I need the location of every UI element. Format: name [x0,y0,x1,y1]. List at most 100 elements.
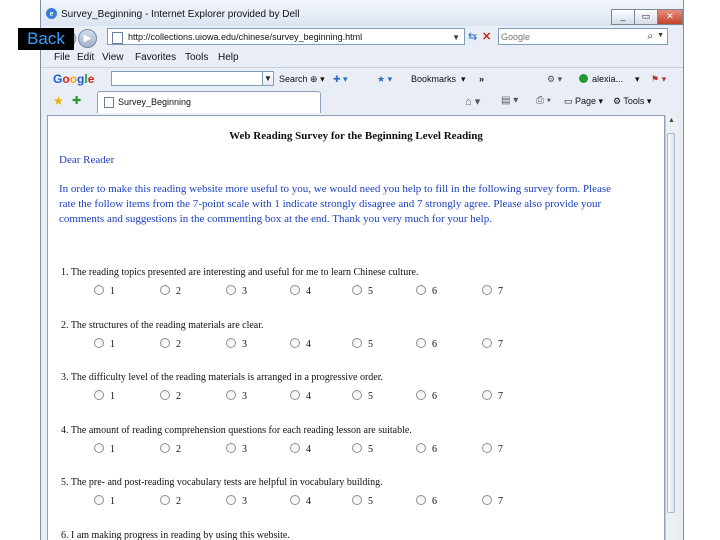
rating-option[interactable]: 6 [416,495,437,507]
rating-option[interactable]: 4 [290,285,311,297]
address-url[interactable]: http://collections.uiowa.edu/chinese/sur… [128,29,362,46]
radio-button[interactable] [290,443,300,453]
google-dropdown-button[interactable]: ▼ [262,71,274,86]
rating-option[interactable]: 6 [416,443,437,455]
vertical-scrollbar[interactable]: ▲ [665,115,677,540]
search-box[interactable]: ⌕ ▼ [498,28,668,45]
menu-tools[interactable]: Tools [185,52,208,63]
radio-button[interactable] [352,338,362,348]
radio-button[interactable] [160,390,170,400]
rating-option[interactable]: 3 [226,495,247,507]
radio-button[interactable] [226,443,236,453]
rating-option[interactable]: 6 [416,390,437,402]
rating-option[interactable]: 4 [290,390,311,402]
menu-help[interactable]: Help [218,52,239,63]
rating-option[interactable]: 5 [352,338,373,350]
rating-option[interactable]: 4 [290,495,311,507]
user-button[interactable]: alexia... [592,74,623,84]
translate-icon[interactable]: ⚑ ▾ [651,74,666,85]
rating-option[interactable]: 2 [160,285,181,297]
rating-option[interactable]: 1 [94,443,115,455]
search-input[interactable] [501,30,641,43]
feeds-icon[interactable]: ▤ ▾ [501,95,518,106]
radio-button[interactable] [290,285,300,295]
address-dropdown-icon[interactable]: ▼ [452,29,460,46]
radio-button[interactable] [352,285,362,295]
rating-option[interactable]: 1 [94,495,115,507]
tab-survey-beginning[interactable]: Survey_Beginning [97,91,321,113]
menu-favorites[interactable]: Favorites [135,52,176,63]
rating-option[interactable]: 5 [352,285,373,297]
rating-option[interactable]: 7 [482,338,503,350]
radio-button[interactable] [160,495,170,505]
user-dropdown-icon[interactable]: ▾ [635,74,640,85]
radio-button[interactable] [290,338,300,348]
radio-button[interactable] [290,495,300,505]
rating-option[interactable]: 7 [482,443,503,455]
menu-edit[interactable]: Edit [77,52,94,63]
rating-option[interactable]: 4 [290,338,311,350]
radio-button[interactable] [290,390,300,400]
bookmarks-button[interactable]: Bookmarks [411,74,456,84]
radio-button[interactable] [482,495,492,505]
radio-button[interactable] [160,338,170,348]
rating-option[interactable]: 1 [94,285,115,297]
radio-button[interactable] [160,443,170,453]
add-favorites-icon[interactable]: ✚ [72,94,81,107]
radio-button[interactable] [94,443,104,453]
radio-button[interactable] [94,338,104,348]
back-label[interactable]: Back [18,28,74,50]
google-search-button[interactable]: Search ⊕ ▾ [279,74,325,85]
maximize-button[interactable]: ▭ [634,9,658,25]
radio-button[interactable] [416,338,426,348]
search-icon[interactable]: ⌕ [647,31,653,42]
menu-view[interactable]: View [102,52,124,63]
radio-button[interactable] [94,390,104,400]
menu-file[interactable]: File [54,52,70,63]
radio-button[interactable] [416,495,426,505]
radio-button[interactable] [94,495,104,505]
radio-button[interactable] [226,338,236,348]
bookmark-star-icon[interactable]: ★ ▾ [377,74,392,85]
google-search-field[interactable] [111,71,271,86]
rating-option[interactable]: 5 [352,495,373,507]
rating-option[interactable]: 2 [160,338,181,350]
rating-option[interactable]: 5 [352,390,373,402]
radio-button[interactable] [416,390,426,400]
page-menu-button[interactable]: ▭ Page ▾ [564,96,603,107]
radio-button[interactable] [226,495,236,505]
radio-button[interactable] [226,390,236,400]
home-icon[interactable]: ⌂ ▾ [465,95,480,108]
radio-button[interactable] [352,443,362,453]
print-icon[interactable]: ⎙ ▾ [536,95,551,106]
radio-button[interactable] [482,443,492,453]
radio-button[interactable] [416,443,426,453]
puzzle-icon[interactable]: ✚ ▾ [333,74,348,85]
radio-button[interactable] [94,285,104,295]
rating-option[interactable]: 6 [416,338,437,350]
rating-option[interactable]: 4 [290,443,311,455]
more-button[interactable]: » [479,74,484,84]
radio-button[interactable] [482,338,492,348]
google-search-input[interactable] [114,73,244,85]
rating-option[interactable]: 3 [226,390,247,402]
rating-option[interactable]: 6 [416,285,437,297]
rating-option[interactable]: 3 [226,443,247,455]
radio-button[interactable] [416,285,426,295]
rating-option[interactable]: 7 [482,285,503,297]
address-bar[interactable]: http://collections.uiowa.edu/chinese/sur… [107,28,465,45]
forward-button[interactable]: ▶ [78,29,97,48]
radio-button[interactable] [482,285,492,295]
rating-option[interactable]: 1 [94,390,115,402]
rating-option[interactable]: 3 [226,338,247,350]
scroll-thumb[interactable] [667,133,675,513]
scroll-up-icon[interactable]: ▲ [667,116,676,125]
rating-option[interactable]: 5 [352,443,373,455]
stop-icon[interactable]: ✕ [482,30,491,43]
rating-option[interactable]: 2 [160,390,181,402]
wrench-icon[interactable]: ⚙ ▾ [547,74,562,85]
rating-option[interactable]: 2 [160,443,181,455]
tools-menu-button[interactable]: ⚙ Tools ▾ [613,96,651,107]
rating-option[interactable]: 7 [482,390,503,402]
bookmarks-dropdown-icon[interactable]: ▾ [461,74,466,85]
